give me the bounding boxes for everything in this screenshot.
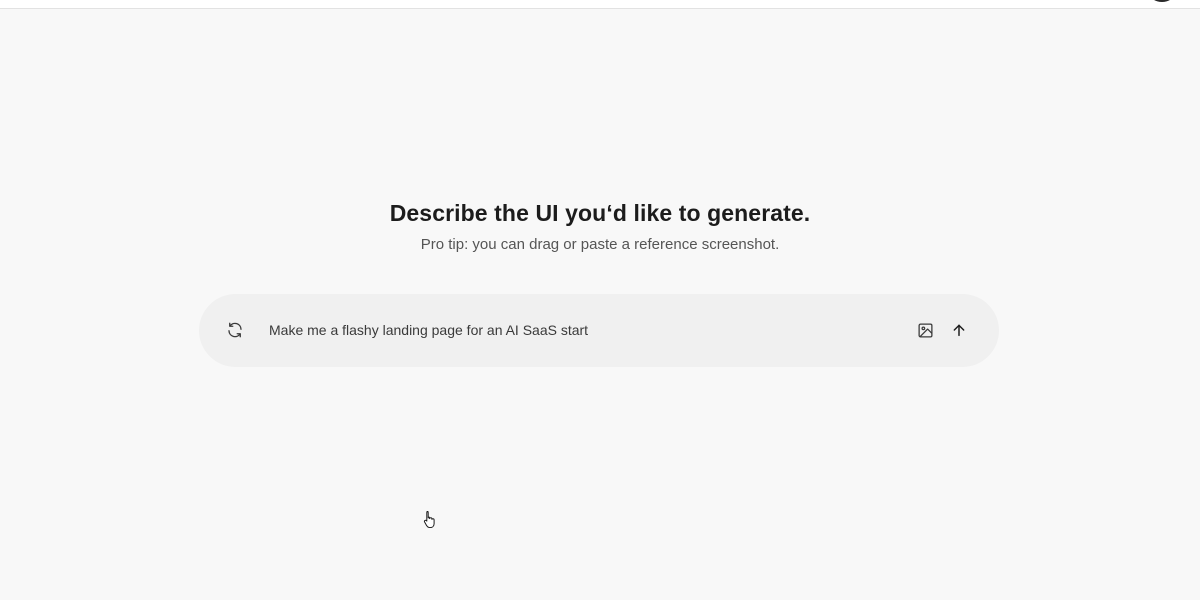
hand-pointer-icon	[423, 510, 437, 529]
pro-tip-text: Pro tip: you can drag or paste a referen…	[420, 236, 780, 253]
arrow-up-icon[interactable]	[945, 316, 973, 344]
page-title: Describe the UI you‘d like to generate.	[389, 200, 811, 226]
page: Describe the UI you‘d like to generate. …	[0, 0, 1200, 600]
prompt-input[interactable]	[269, 318, 889, 342]
top-bar	[0, 0, 1200, 9]
prompt-bar	[199, 294, 999, 367]
avatar-icon[interactable]	[1150, 0, 1174, 2]
image-icon[interactable]	[911, 316, 939, 344]
refresh-icon[interactable]	[221, 316, 249, 344]
